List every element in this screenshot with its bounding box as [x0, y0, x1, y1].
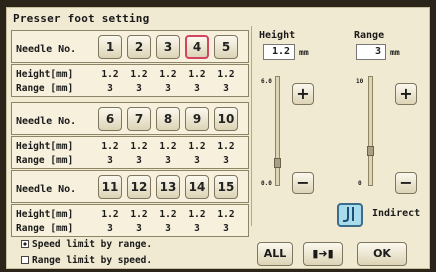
height-value: 1.2: [101, 141, 119, 152]
range-value: 3: [165, 155, 171, 166]
range-min-label: 0: [358, 180, 362, 187]
needle-button-7[interactable]: 7: [127, 107, 151, 131]
range-limit-option[interactable]: Range limit by speed.: [21, 255, 152, 266]
height-minus-button[interactable]: −: [292, 172, 314, 194]
indirect-label: Indirect: [372, 208, 421, 219]
needle-button-1[interactable]: 1: [98, 35, 122, 59]
range-value: 3: [194, 83, 200, 94]
range-unit: mm: [390, 48, 400, 57]
height-max-label: 6.0: [261, 78, 272, 85]
radio-checked-icon: [21, 240, 29, 248]
needle-button-10[interactable]: 10: [214, 107, 238, 131]
copy-button[interactable]: ▮➜▮: [303, 242, 343, 266]
height-value: 1.2: [188, 69, 206, 80]
range-plus-button[interactable]: +: [395, 83, 417, 105]
height-value: 1.2: [188, 141, 206, 152]
needle-row-1: Needle No. 1 2 3 4 5: [11, 30, 249, 63]
needle-button-6[interactable]: 6: [98, 107, 122, 131]
height-value-field: 1.2: [263, 44, 295, 60]
range-value: 3: [194, 223, 200, 234]
height-value: 1.2: [217, 69, 235, 80]
needle-button-11[interactable]: 11: [98, 175, 122, 199]
height-row-label: Height[mm]: [16, 209, 74, 220]
needle-button-8[interactable]: 8: [156, 107, 180, 131]
needle-button-5[interactable]: 5: [214, 35, 238, 59]
height-value: 1.2: [217, 141, 235, 152]
needle-label: Needle No.: [16, 116, 77, 127]
height-slider-thumb[interactable]: [274, 158, 281, 168]
needle-row-3: Needle No. 11 12 13 14 15: [11, 170, 249, 203]
needle-button-13[interactable]: 13: [156, 175, 180, 199]
height-row-label: Height[mm]: [16, 141, 74, 152]
height-value: 1.2: [101, 209, 119, 220]
all-button[interactable]: ALL: [257, 242, 293, 266]
range-row-label: Range [mm]: [16, 155, 74, 166]
range-max-label: 10: [356, 78, 364, 85]
values-row-3: Height[mm] Range [mm] 1.2 1.2 1.2 1.2 1.…: [11, 204, 249, 237]
values-row-1: Height[mm] Range [mm] 1.2 1.2 1.2 1.2 1.…: [11, 64, 249, 97]
height-value: 1.2: [130, 209, 148, 220]
height-row-label: Height[mm]: [16, 69, 74, 80]
needle-label: Needle No.: [16, 184, 77, 195]
range-value: 3: [223, 155, 229, 166]
range-value-field: 3: [356, 44, 386, 60]
checkbox-icon: [21, 256, 29, 264]
values-row-2: Height[mm] Range [mm] 1.2 1.2 1.2 1.2 1.…: [11, 136, 249, 169]
height-slider-track[interactable]: [275, 76, 280, 186]
ok-button[interactable]: OK: [357, 242, 407, 266]
height-value: 1.2: [159, 209, 177, 220]
needle-button-9[interactable]: 9: [185, 107, 209, 131]
range-value: 3: [107, 83, 113, 94]
needle-button-2[interactable]: 2: [127, 35, 151, 59]
presser-foot-icon: [343, 207, 354, 222]
needle-label: Needle No.: [16, 44, 77, 55]
range-value: 3: [165, 83, 171, 94]
height-value: 1.2: [130, 69, 148, 80]
height-value: 1.2: [159, 141, 177, 152]
range-header: Range: [354, 30, 385, 41]
height-value: 1.2: [159, 69, 177, 80]
range-value: 3: [223, 223, 229, 234]
range-value: 3: [194, 155, 200, 166]
range-value: 3: [107, 223, 113, 234]
presser-foot-screen: Presser foot setting Needle No. 1 2 3 4 …: [6, 7, 430, 269]
needle-button-3[interactable]: 3: [156, 35, 180, 59]
range-row-label: Range [mm]: [16, 223, 74, 234]
range-value: 3: [165, 223, 171, 234]
range-limit-label: Range limit by speed.: [32, 255, 153, 266]
divider: [251, 26, 252, 226]
range-value: 3: [107, 155, 113, 166]
range-minus-button[interactable]: −: [395, 172, 417, 194]
height-value: 1.2: [188, 209, 206, 220]
speed-limit-label: Speed limit by range.: [32, 239, 153, 250]
height-plus-button[interactable]: +: [292, 83, 314, 105]
height-value: 1.2: [217, 209, 235, 220]
height-value: 1.2: [101, 69, 119, 80]
range-slider-thumb[interactable]: [367, 146, 374, 156]
speed-limit-option[interactable]: Speed limit by range.: [21, 239, 152, 250]
height-value: 1.2: [130, 141, 148, 152]
range-row-label: Range [mm]: [16, 83, 74, 94]
needle-button-4[interactable]: 4: [185, 35, 209, 59]
height-header: Height: [259, 30, 296, 41]
range-value: 3: [223, 83, 229, 94]
height-min-label: 0.0: [261, 180, 272, 187]
needle-row-2: Needle No. 6 7 8 9 10: [11, 102, 249, 135]
needle-button-15[interactable]: 15: [214, 175, 238, 199]
height-unit: mm: [299, 48, 309, 57]
needle-button-14[interactable]: 14: [185, 175, 209, 199]
indirect-button[interactable]: [337, 203, 363, 227]
needle-button-12[interactable]: 12: [127, 175, 151, 199]
page-title: Presser foot setting: [13, 12, 150, 25]
range-slider-track[interactable]: [368, 76, 373, 186]
range-value: 3: [136, 223, 142, 234]
range-value: 3: [136, 155, 142, 166]
range-value: 3: [136, 83, 142, 94]
